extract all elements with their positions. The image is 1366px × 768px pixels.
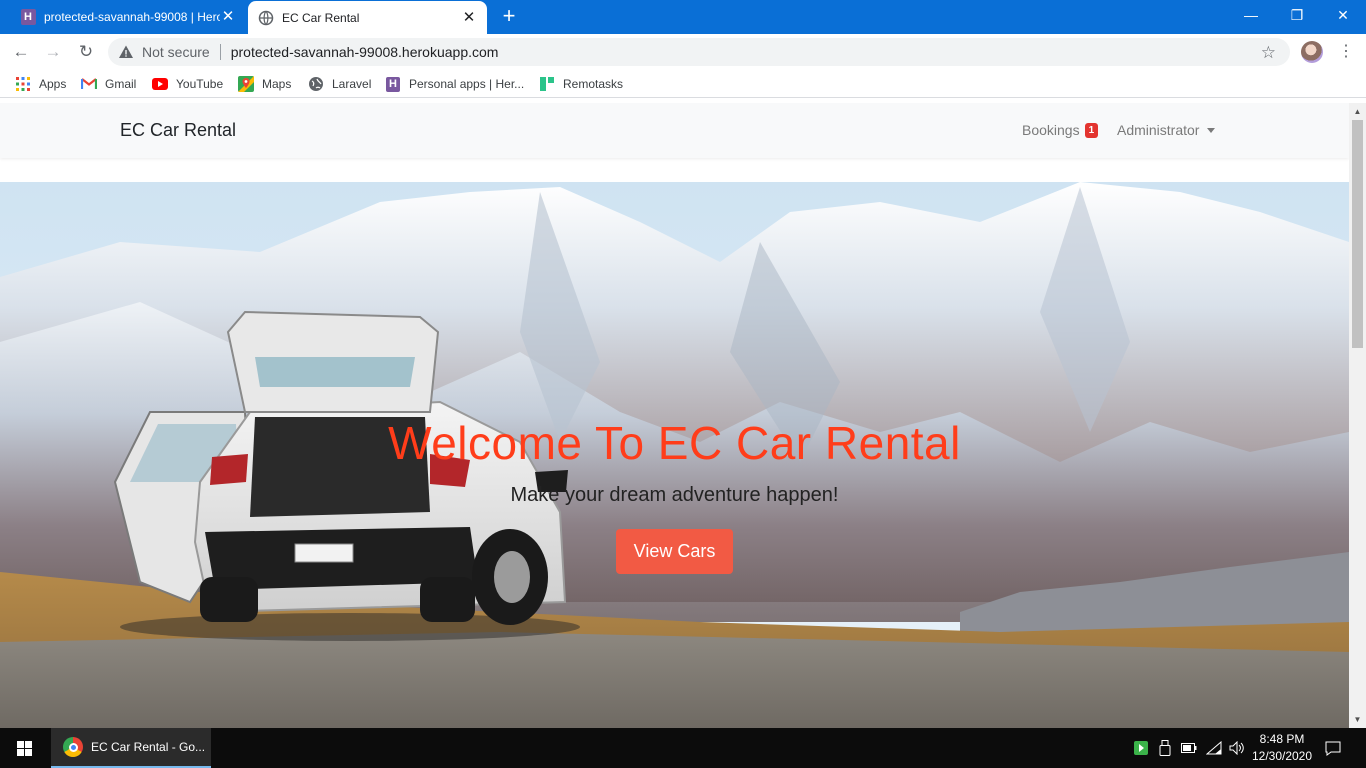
back-icon[interactable]: ← (9, 40, 33, 64)
bookmark-label: Maps (262, 77, 292, 91)
start-button[interactable] (0, 728, 48, 768)
clock-time: 8:48 PM (1259, 732, 1305, 746)
bookings-count-badge: 1 (1084, 122, 1099, 138)
hero-title: Welcome To EC Car Rental (388, 417, 961, 469)
bookmark-youtube[interactable]: YouTube (152, 75, 223, 93)
globe-icon (258, 10, 274, 26)
wifi-icon[interactable] (1205, 728, 1223, 768)
bookmark-maps[interactable]: Maps (238, 75, 291, 93)
page-viewport: EC Car Rental Bookings 1 Administrator W… (0, 103, 1349, 728)
heroku-icon: H (20, 9, 36, 25)
tab-title: protected-savannah-99008 | Heroku (44, 10, 220, 24)
chevron-down-icon (1207, 127, 1216, 133)
windows-logo-icon (16, 740, 32, 756)
scrollbar-thumb[interactable] (1352, 120, 1363, 348)
bookmark-label: Apps (39, 77, 67, 91)
minimize-button[interactable]: — (1228, 0, 1274, 30)
taskbar-chrome-app[interactable]: EC Car Rental - Go... (51, 728, 211, 768)
bookmark-personal-apps[interactable]: H Personal apps | Her... (385, 75, 524, 93)
profile-avatar[interactable] (1301, 41, 1323, 63)
url-text[interactable]: protected-savannah-99008.herokuapp.com (231, 44, 499, 60)
new-tab-button[interactable]: + (497, 5, 521, 29)
gmail-icon (81, 76, 97, 92)
address-bar[interactable]: Not secure protected-savannah-99008.hero… (108, 38, 1290, 66)
chrome-icon (63, 737, 83, 757)
bookmark-gmail[interactable]: Gmail (81, 75, 136, 93)
hero-subtitle: Make your dream adventure happen! (510, 484, 839, 506)
system-clock[interactable]: 8:48 PM 12/30/2020 (1243, 731, 1321, 765)
taskbar-app-label: EC Car Rental - Go... (91, 740, 206, 754)
forward-icon[interactable]: → (41, 40, 65, 64)
restore-button[interactable]: ❐ (1274, 0, 1320, 30)
remotasks-icon (539, 76, 555, 92)
bookmark-laravel[interactable]: Laravel (308, 75, 371, 93)
bookmark-remotasks[interactable]: Remotasks (539, 75, 623, 93)
page-scrollbar[interactable]: ▲ ▼ (1349, 103, 1366, 728)
usb-icon[interactable] (1156, 728, 1174, 768)
youtube-icon (152, 76, 168, 92)
browser-tab-ec-car-rental[interactable]: EC Car Rental ✕ (248, 1, 487, 35)
user-dropdown-toggle[interactable]: Administrator (1117, 122, 1216, 138)
site-navbar: EC Car Rental Bookings 1 Administrator (0, 103, 1349, 158)
bookmark-star-icon[interactable]: ☆ (1261, 43, 1276, 63)
view-cars-button[interactable]: View Cars (616, 529, 733, 574)
browser-tab-heroku[interactable]: H protected-savannah-99008 | Heroku ✕ (10, 0, 246, 34)
maps-icon (238, 76, 254, 92)
notifications-icon[interactable] (1323, 728, 1343, 768)
bookmarks-bar: Apps Gmail YouTube Maps Laravel H Person… (0, 70, 1366, 98)
reload-icon[interactable]: ↻ (74, 40, 98, 64)
nav-bookings-label: Bookings (1022, 122, 1080, 138)
battery-icon[interactable] (1180, 728, 1198, 768)
globe-icon (308, 76, 324, 92)
hero-section: Welcome To EC Car Rental Make your dream… (0, 182, 1349, 728)
windows-taskbar: EC Car Rental - Go... 8:48 PM 12/30/2020 (0, 728, 1366, 768)
bookmark-label: YouTube (176, 77, 224, 91)
apps-grid-icon (15, 76, 31, 92)
heroku-icon: H (385, 76, 401, 92)
more-menu-icon[interactable]: ⋮ (1338, 40, 1354, 64)
bookmark-label: Gmail (105, 77, 137, 91)
site-brand-link[interactable]: EC Car Rental (120, 120, 236, 141)
close-tab-icon[interactable]: ✕ (220, 9, 236, 25)
browser-tab-strip: H protected-savannah-99008 | Heroku ✕ EC… (0, 0, 1366, 35)
user-name-label: Administrator (1117, 122, 1200, 138)
scroll-down-icon[interactable]: ▼ (1349, 711, 1366, 728)
nav-bookings-link[interactable]: Bookings 1 (1022, 122, 1099, 138)
divider (219, 44, 221, 60)
bookmark-label: Laravel (332, 77, 372, 91)
security-label[interactable]: Not secure (142, 44, 210, 60)
clock-date: 12/30/2020 (1251, 749, 1313, 763)
warning-icon[interactable] (118, 44, 134, 60)
bookmark-label: Remotasks (563, 77, 624, 91)
tray-app-icon[interactable] (1132, 728, 1150, 768)
scroll-up-icon[interactable]: ▲ (1349, 103, 1366, 120)
close-window-button[interactable]: ✕ (1320, 0, 1366, 30)
bookmark-label: Personal apps | Her... (409, 77, 525, 91)
close-tab-icon[interactable]: ✕ (461, 10, 477, 26)
tab-title: EC Car Rental (282, 11, 360, 25)
hero-content: Welcome To EC Car Rental Make your dream… (0, 182, 1349, 728)
bookmark-apps[interactable]: Apps (15, 75, 66, 93)
browser-toolbar: ← → ↻ Not secure protected-savannah-9900… (0, 34, 1366, 70)
